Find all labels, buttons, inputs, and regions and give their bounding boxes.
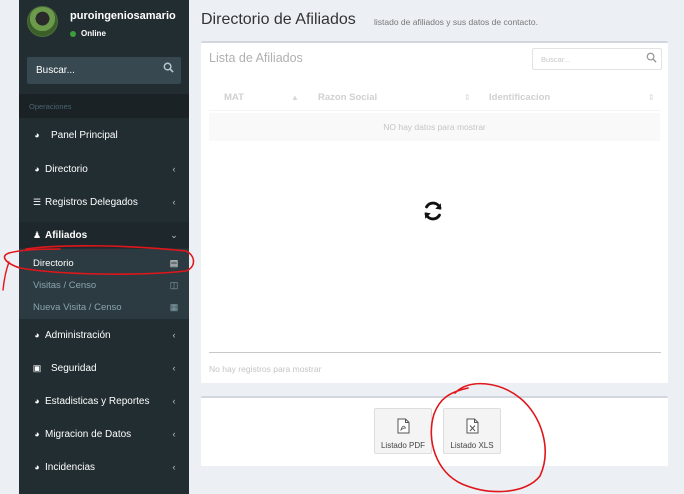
- chevron-left-icon: ‹: [172, 396, 176, 406]
- status-label: Online: [81, 29, 106, 38]
- chevron-left-icon: ‹: [172, 462, 176, 472]
- column-header-mat[interactable]: MAT: [224, 85, 244, 111]
- search-icon: [163, 62, 174, 73]
- page-subtitle: listado de afiliados y sus datos de cont…: [374, 17, 538, 27]
- submenu-item-label: Visitas / Censo: [33, 279, 97, 291]
- folder-open-icon: ◫: [169, 279, 179, 290]
- sidebar-item-label: Seguridad: [51, 362, 97, 374]
- book-icon: ▤: [169, 257, 179, 268]
- sidebar: puroingeniosamario Online Operaciones ◕ …: [19, 0, 189, 494]
- chevron-down-icon: ⌄: [170, 229, 178, 240]
- chevron-left-icon: ‹: [172, 164, 176, 174]
- file-excel-icon: [466, 418, 478, 434]
- lock-icon: ▣: [32, 362, 42, 373]
- online-dot-icon: [70, 30, 76, 37]
- sort-asc-icon: ▲: [291, 93, 299, 102]
- sidebar-item-incidencias[interactable]: ◕ Incidencias ‹: [19, 454, 189, 480]
- submenu-item-nueva-visita[interactable]: Nueva Visita / Censo ▦: [19, 296, 189, 318]
- sidebar-item-directorio[interactable]: ◕ Directorio ‹: [19, 156, 189, 182]
- export-pdf-label: Listado PDF: [380, 441, 426, 450]
- sidebar-item-estadisticas[interactable]: ◕ Estadisticas y Reportes ‹: [19, 388, 189, 414]
- sidebar-item-label: Migracion de Datos: [45, 428, 132, 440]
- submenu-item-visitas-censo[interactable]: Visitas / Censo ◫: [19, 274, 189, 296]
- sidebar-item-administracion[interactable]: ◕ Administración ‹: [19, 322, 189, 348]
- sidebar-search: [27, 57, 181, 84]
- afiliados-submenu: Directorio ▤ Visitas / Censo ◫ Nueva Vis…: [19, 249, 189, 319]
- chevron-left-icon: ‹: [172, 363, 176, 373]
- table-info: No hay registros para mostrar: [209, 364, 322, 374]
- table-search: [532, 48, 662, 70]
- sort-icon: ⇕: [464, 93, 471, 102]
- column-header-identificacion[interactable]: Identificacion: [489, 85, 550, 111]
- search-button[interactable]: [155, 57, 181, 84]
- export-xls-button[interactable]: Listado XLS: [443, 408, 501, 454]
- sort-icon: ⇕: [648, 93, 655, 102]
- username: puroingeniosamario: [70, 10, 176, 22]
- dashboard-icon: ◕: [34, 396, 40, 406]
- table-header: MAT ▲ Razon Social ⇕ Identificacion ⇕: [209, 85, 660, 111]
- sidebar-item-label: Panel Principal: [51, 129, 118, 141]
- dashboard-icon: ◕: [34, 130, 40, 140]
- sidebar-item-seguridad[interactable]: ▣ Seguridad ‹: [19, 355, 189, 381]
- export-pdf-button[interactable]: Listado PDF: [374, 408, 432, 454]
- sidebar-search-input[interactable]: [27, 57, 157, 84]
- dashboard-icon: ◕: [34, 164, 40, 174]
- chevron-left-icon: ‹: [172, 429, 176, 439]
- box-title: Lista de Afiliados: [209, 51, 303, 65]
- chevron-left-icon: ‹: [172, 197, 176, 207]
- sidebar-item-label: Directorio: [45, 163, 88, 175]
- sidebar-item-label: Incidencias: [45, 461, 96, 473]
- users-icon: ♟: [32, 229, 42, 240]
- user-status: Online: [70, 29, 106, 38]
- sidebar-item-label: Estadisticas y Reportes: [45, 395, 150, 407]
- refresh-icon: [424, 201, 442, 221]
- column-header-razon-social[interactable]: Razon Social: [318, 85, 377, 111]
- submenu-item-label: Directorio: [33, 257, 74, 269]
- table-search-input[interactable]: [533, 49, 639, 69]
- table-divider: [209, 352, 661, 353]
- submenu-item-directorio[interactable]: Directorio ▤: [19, 252, 189, 274]
- sidebar-item-label: Afiliados: [45, 229, 88, 241]
- export-xls-label: Listado XLS: [450, 441, 494, 450]
- avatar: [27, 6, 58, 37]
- dashboard-icon: ◕: [34, 462, 40, 472]
- chevron-left-icon: ‹: [172, 330, 176, 340]
- user-panel: puroingeniosamario Online: [19, 0, 189, 48]
- afiliados-box: Lista de Afiliados MAT ▲ Razon Social ⇕ …: [201, 41, 668, 383]
- sidebar-item-panel-principal[interactable]: ◕ Panel Principal: [19, 122, 189, 148]
- sidebar-item-label: Registros Delegados: [45, 196, 138, 208]
- calendar-icon: ▦: [169, 301, 179, 312]
- section-header: Operaciones: [29, 102, 72, 111]
- dashboard-icon: ◕: [34, 429, 40, 439]
- sidebar-item-afiliados[interactable]: ♟ Afiliados ⌄: [19, 222, 189, 248]
- submenu-item-label: Nueva Visita / Censo: [33, 301, 122, 313]
- search-icon[interactable]: [646, 52, 657, 66]
- export-box: Listado PDF Listado XLS: [201, 396, 668, 466]
- sidebar-item-registros-delegados[interactable]: ☰ Registros Delegados ‹: [19, 189, 189, 215]
- empty-table-row: NO hay datos para mostrar: [209, 113, 660, 141]
- page-title: Directorio de Afiliados: [201, 11, 356, 28]
- file-pdf-icon: [397, 418, 409, 434]
- dashboard-icon: ◕: [34, 330, 40, 340]
- sidebar-item-label: Administración: [45, 329, 111, 341]
- list-icon: ☰: [32, 196, 42, 207]
- sidebar-item-migracion[interactable]: ◕ Migracion de Datos ‹: [19, 421, 189, 447]
